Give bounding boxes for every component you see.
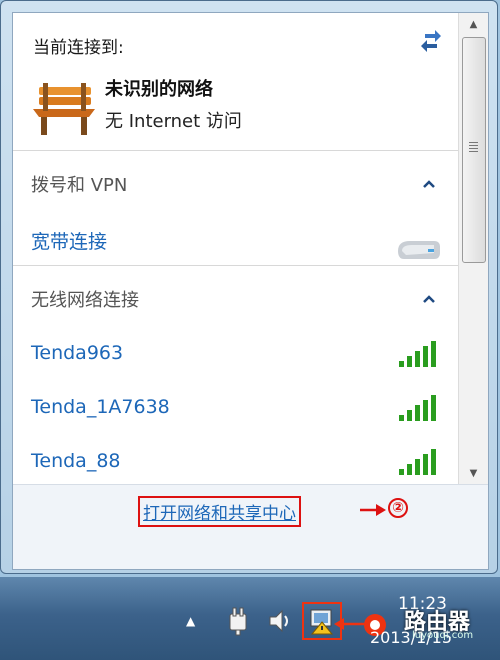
scroll-up-icon[interactable]: ▲ <box>459 13 488 35</box>
vertical-scrollbar[interactable]: ▲ ▼ <box>458 13 488 484</box>
open-network-center-link[interactable]: 打开网络和共享中心 <box>138 496 301 527</box>
watermark-url: luyouqi.com <box>412 630 474 641</box>
wireless-section: 无线网络连接 Tenda963 Tenda_1A7638 Tenda_88 <box>13 265 458 484</box>
chevron-up-icon[interactable] <box>419 177 439 191</box>
refresh-icon[interactable] <box>417 27 445 55</box>
modem-icon <box>398 241 440 259</box>
broadband-connection-item[interactable]: 宽带连接 <box>31 227 107 254</box>
wifi-signal-icon <box>399 341 436 367</box>
speaker-icon[interactable] <box>266 606 294 636</box>
scrollbar-thumb[interactable] <box>462 37 486 263</box>
wifi-network-item[interactable]: Tenda_1A7638 <box>31 396 170 418</box>
wifi-signal-icon <box>399 449 436 475</box>
show-hidden-icons-icon[interactable]: ▲ <box>186 614 195 628</box>
network-list: 当前连接到: 未识别的网络 无 Internet 访问 拨号和 VPN 宽带连接… <box>13 13 458 484</box>
park-bench-icon <box>33 83 95 135</box>
chevron-up-icon[interactable] <box>419 292 439 306</box>
vpn-section-title: 拨号和 VPN <box>31 175 128 196</box>
grip-icon <box>469 140 478 154</box>
vpn-section: 拨号和 VPN 宽带连接 <box>13 150 458 266</box>
annotation-arrow-icon <box>360 504 386 516</box>
network-name: 未识别的网络 <box>105 79 213 100</box>
flyout-panel: 当前连接到: 未识别的网络 无 Internet 访问 拨号和 VPN 宽带连接… <box>12 12 489 570</box>
wifi-signal-icon <box>399 395 436 421</box>
wifi-network-item[interactable]: Tenda963 <box>31 342 123 364</box>
wireless-section-title: 无线网络连接 <box>31 290 139 311</box>
wifi-network-item[interactable]: Tenda_88 <box>31 450 121 472</box>
power-plug-icon[interactable] <box>224 606 252 636</box>
scroll-down-icon[interactable]: ▼ <box>459 462 488 484</box>
network-flyout: 当前连接到: 未识别的网络 无 Internet 访问 拨号和 VPN 宽带连接… <box>0 0 498 574</box>
network-status: 无 Internet 访问 <box>105 111 242 132</box>
annotation-number-badge: ② <box>388 498 408 518</box>
current-connection-title: 当前连接到: <box>33 38 124 58</box>
